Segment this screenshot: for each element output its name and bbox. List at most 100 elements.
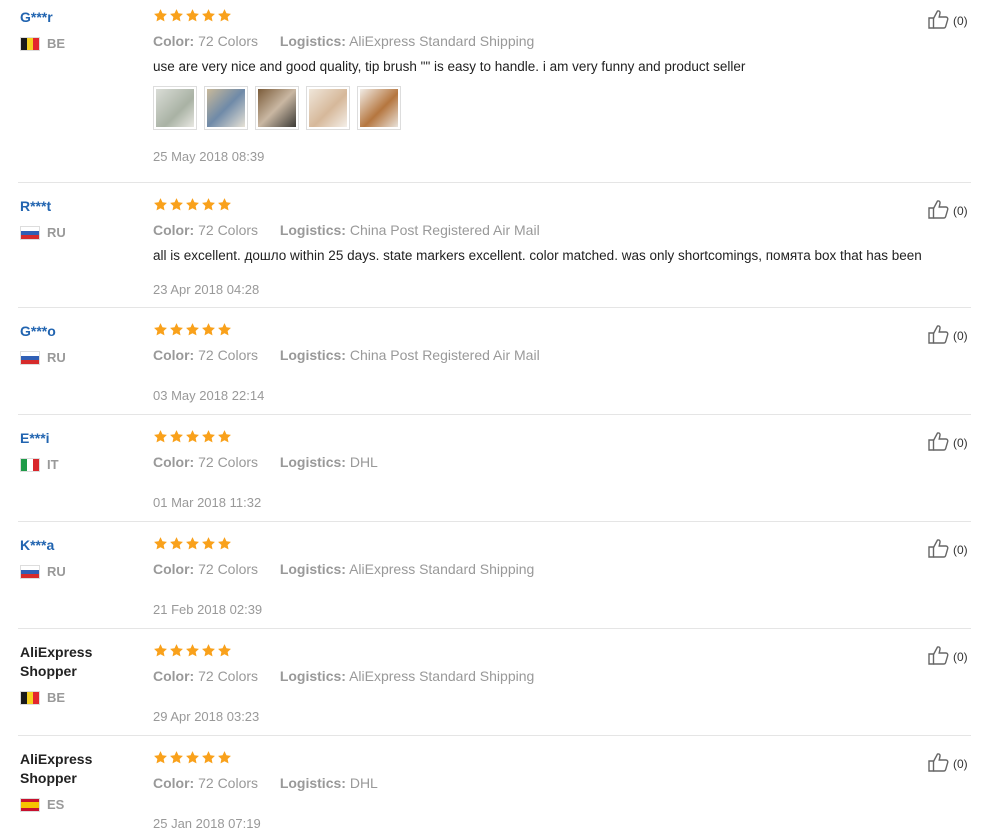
reviewer-info: AliExpress Shopper BE (20, 643, 140, 705)
star-icon (169, 750, 184, 765)
country-code: RU (47, 564, 66, 579)
reviewer-name[interactable]: K***a (20, 536, 140, 555)
reviewer-country: IT (20, 457, 140, 472)
logistics-value: AliExpress Standard Shipping (349, 668, 535, 684)
color-value: 72 Colors (198, 222, 259, 238)
reviewer-name: AliExpress Shopper (20, 751, 93, 786)
helpful-count: (0) (953, 203, 968, 218)
review-photo[interactable] (153, 86, 197, 130)
review-photo[interactable] (204, 86, 248, 130)
review-divider (18, 521, 971, 522)
review-photo[interactable] (357, 86, 401, 130)
star-icon (169, 197, 184, 212)
review-divider (18, 182, 971, 183)
helpful-count: (0) (953, 435, 968, 450)
review-text: all is excellent. дошло within 25 days. … (153, 248, 922, 263)
reviewer-country: ES (20, 797, 140, 812)
logistics-label: Logistics: (279, 33, 346, 49)
reviewer-info: G***o RU (20, 322, 140, 365)
country-flag-icon (20, 797, 40, 812)
thumbs-up-icon (927, 537, 953, 562)
country-flag-icon (20, 457, 40, 472)
star-icon (201, 536, 216, 551)
review-date: 29 Apr 2018 03:23 (153, 709, 260, 724)
helpful-count: (0) (953, 328, 968, 343)
color-label: Color: (153, 33, 195, 49)
star-icon (217, 429, 232, 444)
star-icon (217, 750, 232, 765)
star-icon (169, 429, 184, 444)
review-text: use are very nice and good quality, tip … (153, 59, 746, 74)
reviewer-info: G***r BE (20, 8, 140, 51)
color-label: Color: (153, 347, 195, 363)
logistics-value: China Post Registered Air Mail (349, 222, 540, 238)
order-info: Color: 72 Colors Logistics: AliExpress S… (153, 32, 973, 50)
helpful-button[interactable]: (0) (927, 430, 968, 455)
color-label: Color: (153, 668, 195, 684)
logistics-label: Logistics: (279, 668, 346, 684)
country-flag-icon (20, 225, 40, 240)
star-rating (153, 536, 973, 552)
color-value: 72 Colors (198, 561, 259, 577)
review-content: Color: 72 Colors Logistics: China Post R… (153, 197, 973, 265)
review-date: 25 May 2018 08:39 (153, 149, 265, 164)
star-icon (153, 643, 168, 658)
reviewer-name[interactable]: E***i (20, 429, 140, 448)
star-icon (201, 643, 216, 658)
color-label: Color: (153, 222, 195, 238)
reviewer-name[interactable]: R***t (20, 197, 140, 216)
reviewer-country: RU (20, 350, 140, 365)
color-value: 72 Colors (198, 454, 259, 470)
star-icon (169, 322, 184, 337)
star-icon (185, 750, 200, 765)
star-icon (217, 643, 232, 658)
helpful-button[interactable]: (0) (927, 644, 968, 669)
review-photo[interactable] (255, 86, 299, 130)
logistics-value: AliExpress Standard Shipping (349, 33, 535, 49)
order-info: Color: 72 Colors Logistics: DHL (153, 774, 973, 792)
star-icon (201, 322, 216, 337)
star-icon (169, 8, 184, 23)
reviewer-name[interactable]: G***o (20, 322, 140, 341)
star-icon (217, 197, 232, 212)
helpful-button[interactable]: (0) (927, 198, 968, 223)
review-content: Color: 72 Colors Logistics: DHL (153, 750, 973, 792)
helpful-button[interactable]: (0) (927, 323, 968, 348)
review-photos (153, 86, 973, 130)
helpful-button[interactable]: (0) (927, 537, 968, 562)
reviewer-info: AliExpress Shopper ES (20, 750, 140, 812)
country-code: BE (47, 36, 66, 51)
review-date: 01 Mar 2018 11:32 (153, 495, 262, 510)
reviewer-name[interactable]: G***r (20, 8, 140, 27)
logistics-value: China Post Registered Air Mail (349, 347, 540, 363)
color-value: 72 Colors (198, 347, 259, 363)
helpful-button[interactable]: (0) (927, 751, 968, 776)
star-rating (153, 322, 973, 338)
helpful-count: (0) (953, 756, 968, 771)
color-label: Color: (153, 454, 195, 470)
country-flag-icon (20, 564, 40, 579)
color-value: 72 Colors (198, 775, 259, 791)
review-divider (18, 307, 971, 308)
review-photo[interactable] (306, 86, 350, 130)
reviewer-info: E***i IT (20, 429, 140, 472)
logistics-value: DHL (349, 454, 378, 470)
country-code: RU (47, 225, 66, 240)
reviewer-country: BE (20, 690, 140, 705)
logistics-label: Logistics: (279, 775, 346, 791)
reviewer-info: R***t RU (20, 197, 140, 240)
color-value: 72 Colors (198, 668, 259, 684)
star-icon (153, 536, 168, 551)
star-icon (201, 197, 216, 212)
logistics-label: Logistics: (279, 347, 346, 363)
order-info: Color: 72 Colors Logistics: AliExpress S… (153, 560, 973, 578)
helpful-count: (0) (953, 542, 968, 557)
order-info: Color: 72 Colors Logistics: AliExpress S… (153, 667, 973, 685)
order-info: Color: 72 Colors Logistics: China Post R… (153, 346, 973, 364)
color-label: Color: (153, 561, 195, 577)
country-code: IT (47, 457, 59, 472)
review-content: Color: 72 Colors Logistics: China Post R… (153, 322, 973, 364)
star-icon (217, 322, 232, 337)
helpful-button[interactable]: (0) (927, 8, 968, 33)
star-rating (153, 429, 973, 445)
